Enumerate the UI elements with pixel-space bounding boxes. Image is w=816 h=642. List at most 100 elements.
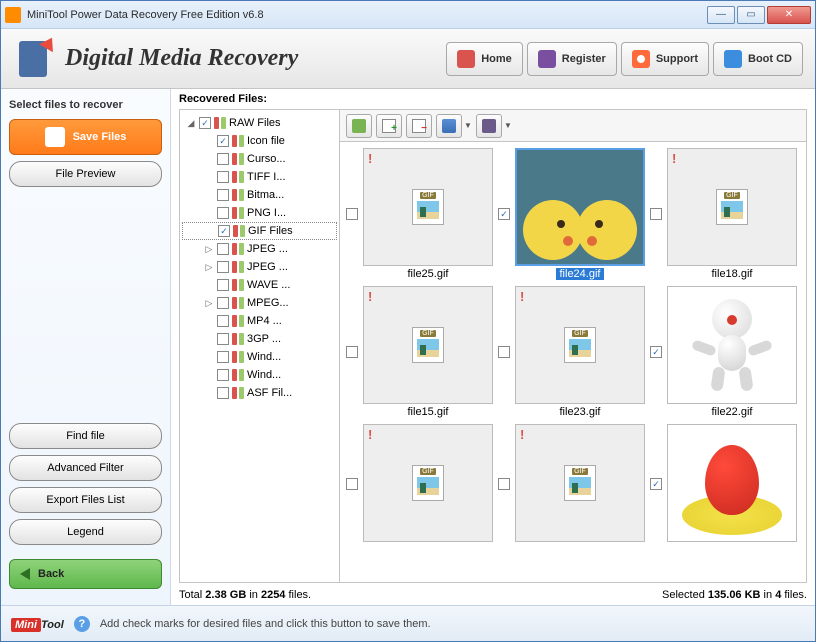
tree-checkbox[interactable] bbox=[217, 189, 229, 201]
thumb-preview[interactable]: !GIF bbox=[515, 286, 645, 404]
tree-checkbox[interactable] bbox=[217, 333, 229, 345]
thumb-checkbox[interactable] bbox=[498, 346, 510, 358]
tree-item[interactable]: WAVE ... bbox=[182, 276, 337, 294]
save-icon bbox=[45, 127, 65, 147]
tree-checkbox[interactable] bbox=[217, 171, 229, 183]
register-button[interactable]: Register bbox=[527, 42, 617, 76]
thumb[interactable]: !GIF bbox=[360, 424, 496, 544]
tree-item[interactable]: MP4 ... bbox=[182, 312, 337, 330]
tree-item[interactable]: Wind... bbox=[182, 348, 337, 366]
tree-checkbox[interactable] bbox=[217, 135, 229, 147]
find-file-button[interactable]: Find file bbox=[9, 423, 162, 449]
tree-checkbox[interactable] bbox=[217, 369, 229, 381]
tree-item[interactable]: ▷MPEG... bbox=[182, 294, 337, 312]
thumb-preview[interactable]: ! bbox=[667, 286, 797, 404]
thumb[interactable]: !GIFfile15.gif bbox=[360, 286, 496, 418]
file-tree[interactable]: ◢ RAW Files Icon fileCurso... TIFF I... Bi… bbox=[180, 110, 340, 582]
bootcd-button[interactable]: Boot CD bbox=[713, 42, 803, 76]
tree-root[interactable]: ◢ RAW Files bbox=[182, 114, 337, 132]
thumb-checkbox[interactable] bbox=[650, 208, 662, 220]
tree-checkbox[interactable] bbox=[217, 297, 229, 309]
tree-item-label: PNG I... bbox=[247, 207, 286, 219]
tree-item[interactable]: Wind... bbox=[182, 366, 337, 384]
tree-item[interactable]: ▷JPEG ... bbox=[182, 240, 337, 258]
tree-item[interactable]: 3GP ... bbox=[182, 330, 337, 348]
up-button[interactable] bbox=[346, 114, 372, 138]
thumb-checkbox[interactable] bbox=[650, 346, 662, 358]
tree-checkbox[interactable] bbox=[217, 207, 229, 219]
tree-checkbox[interactable] bbox=[217, 153, 229, 165]
view-button[interactable] bbox=[436, 114, 462, 138]
advanced-filter-button[interactable]: Advanced Filter bbox=[9, 455, 162, 481]
check-remove-button[interactable] bbox=[406, 114, 432, 138]
thumb-preview[interactable]: !GIF bbox=[667, 148, 797, 266]
tree-checkbox[interactable] bbox=[217, 315, 229, 327]
minimize-button[interactable]: — bbox=[707, 6, 735, 24]
thumb-checkbox[interactable] bbox=[346, 478, 358, 490]
legend-button[interactable]: Legend bbox=[9, 519, 162, 545]
tree-item[interactable]: Icon file bbox=[182, 132, 337, 150]
tree-item[interactable]: GIF Files bbox=[182, 222, 337, 240]
collapse-icon[interactable]: ◢ bbox=[186, 118, 196, 129]
expand-icon[interactable]: ▷ bbox=[204, 262, 214, 273]
tree-item[interactable]: TIFF I... bbox=[182, 168, 337, 186]
thumb-checkbox[interactable] bbox=[650, 478, 662, 490]
tree-item[interactable]: ▷JPEG ... bbox=[182, 258, 337, 276]
thumb-checkbox[interactable] bbox=[346, 346, 358, 358]
save-files-button[interactable]: Save Files bbox=[9, 119, 162, 155]
thumb-preview[interactable]: !GIF bbox=[515, 424, 645, 542]
maximize-button[interactable]: ▭ bbox=[737, 6, 765, 24]
tree-checkbox[interactable] bbox=[217, 279, 229, 291]
tree-item[interactable]: Curso... bbox=[182, 150, 337, 168]
thumb-preview[interactable]: ! bbox=[667, 424, 797, 542]
thumb[interactable]: !GIF bbox=[512, 424, 648, 544]
thumb-preview[interactable]: !GIF bbox=[363, 148, 493, 266]
tree-checkbox[interactable] bbox=[217, 261, 229, 273]
thumb[interactable]: file24.gif bbox=[512, 148, 648, 280]
support-button[interactable]: Support bbox=[621, 42, 709, 76]
back-button[interactable]: Back bbox=[9, 559, 162, 589]
thumb-preview[interactable] bbox=[515, 148, 645, 266]
footer-logo: MiniTool bbox=[11, 615, 64, 633]
file-preview-button[interactable]: File Preview bbox=[9, 161, 162, 187]
tree-item-label: TIFF I... bbox=[247, 171, 286, 183]
expand-icon[interactable]: ▷ bbox=[204, 298, 214, 309]
home-button[interactable]: Home bbox=[446, 42, 523, 76]
close-button[interactable]: ✕ bbox=[767, 6, 811, 24]
tree-checkbox[interactable] bbox=[218, 225, 230, 237]
brand: Digital Media Recovery bbox=[13, 37, 446, 81]
thumb-filename: file23.gif bbox=[560, 406, 601, 418]
tree-checkbox[interactable] bbox=[199, 117, 211, 129]
tree-item[interactable]: ASF Fil... bbox=[182, 384, 337, 402]
expand-icon[interactable]: ▷ bbox=[204, 244, 214, 255]
thumb[interactable]: !GIFfile18.gif bbox=[664, 148, 800, 280]
tree-checkbox[interactable] bbox=[217, 243, 229, 255]
thumb[interactable]: !GIF file23.gif bbox=[512, 286, 648, 418]
footer: MiniTool ? Add check marks for desired f… bbox=[1, 605, 815, 641]
thumb-checkbox[interactable] bbox=[346, 208, 358, 220]
thumb[interactable]: ! bbox=[664, 424, 800, 544]
tree-item[interactable]: Bitma... bbox=[182, 186, 337, 204]
thumb-checkbox[interactable] bbox=[498, 208, 510, 220]
brand-text: Digital Media Recovery bbox=[65, 45, 298, 72]
warn-icon: ! bbox=[520, 427, 524, 442]
thumb[interactable]: !file22.gif bbox=[664, 286, 800, 418]
view-dropdown-icon[interactable]: ▼ bbox=[464, 121, 472, 130]
tree-item[interactable]: PNG I... bbox=[182, 204, 337, 222]
file-preview-label: File Preview bbox=[56, 168, 116, 180]
tree-checkbox[interactable] bbox=[217, 351, 229, 363]
thumb-checkbox[interactable] bbox=[498, 478, 510, 490]
save-dropdown-icon[interactable]: ▼ bbox=[504, 121, 512, 130]
export-files-button[interactable]: Export Files List bbox=[9, 487, 162, 513]
main: Recovered Files: ◢ RAW Files Icon fileCu… bbox=[171, 89, 815, 605]
thumb-preview[interactable]: !GIF bbox=[363, 286, 493, 404]
help-icon[interactable]: ? bbox=[74, 616, 90, 632]
tree-checkbox[interactable] bbox=[217, 387, 229, 399]
check-add-button[interactable] bbox=[376, 114, 402, 138]
thumb[interactable]: !GIFfile25.gif bbox=[360, 148, 496, 280]
save-toolbar-button[interactable] bbox=[476, 114, 502, 138]
brand-icon bbox=[13, 37, 57, 81]
sidebar: Select files to recover Save Files File … bbox=[1, 89, 171, 605]
tree-item-label: ASF Fil... bbox=[247, 387, 292, 399]
thumb-preview[interactable]: !GIF bbox=[363, 424, 493, 542]
